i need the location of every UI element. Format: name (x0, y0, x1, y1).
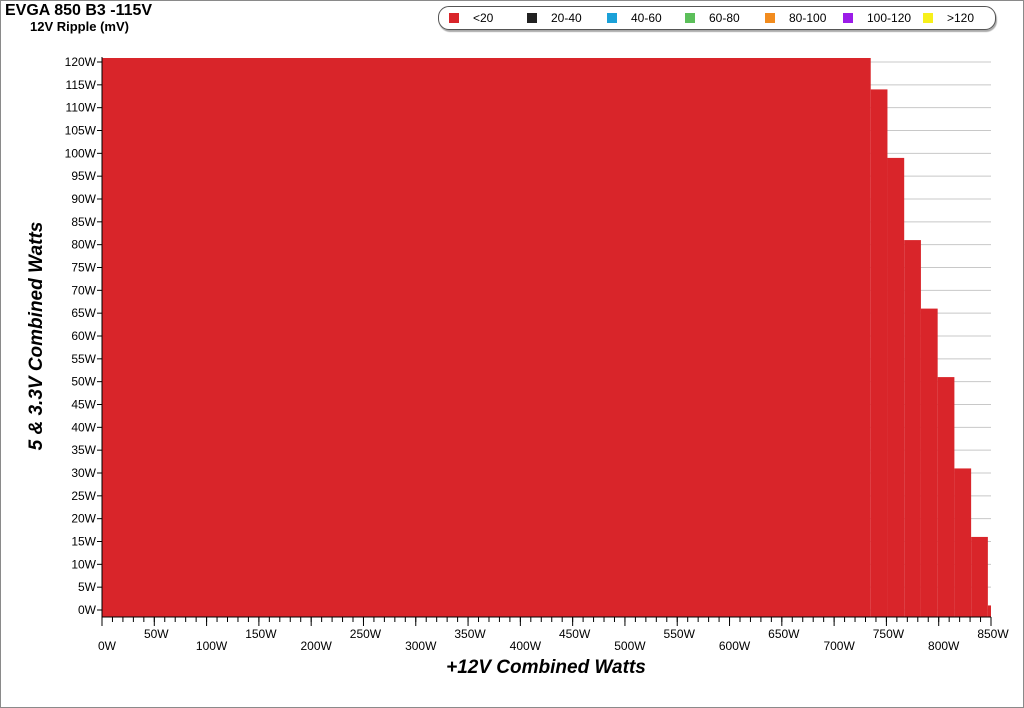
y-axis-title: 5 & 3.3V Combined Watts (26, 222, 47, 451)
x-tick-label: 150W (245, 627, 277, 641)
y-tick-label: 95W (71, 169, 96, 183)
x-tick-label: 750W (873, 627, 905, 641)
y-tick-label: 35W (71, 443, 96, 457)
y-tick-label: 25W (71, 489, 96, 503)
x-tick-label: 700W (823, 639, 855, 653)
y-tick-label: 50W (71, 375, 96, 389)
y-tick-label: 15W (71, 535, 96, 549)
x-tick-label: 850W (977, 627, 1009, 641)
x-axis-title: +12V Combined Watts (446, 657, 646, 678)
y-tick-label: 40W (71, 420, 96, 434)
x-tick-label: 500W (614, 639, 646, 653)
x-tick-label: 0W (98, 639, 117, 653)
area-step (887, 157, 905, 617)
area-layer (102, 58, 991, 617)
x-tick-label: 600W (719, 639, 751, 653)
y-tick-label: 100W (65, 146, 97, 160)
area-step (987, 605, 991, 617)
x-tick-label: 100W (196, 639, 228, 653)
y-tick-label: 65W (71, 306, 96, 320)
area-step (954, 468, 972, 617)
y-tick-label: 80W (71, 238, 96, 252)
area-step (904, 240, 921, 617)
y-tick-label: 45W (71, 398, 96, 412)
y-tick-label: 30W (71, 466, 96, 480)
x-tick-label: 550W (664, 627, 696, 641)
x-tick-label: 350W (454, 627, 486, 641)
x-tick-label: 650W (768, 627, 800, 641)
area-step (102, 58, 871, 617)
ripple-chart: 0W 5W 10W 15W 20W 25W 30W 35W 40W 45W 50W 55W 60W 65W… (26, 55, 1009, 678)
area-step (971, 536, 988, 617)
x-tick-label: 50W (144, 627, 169, 641)
area-step (920, 308, 938, 617)
y-tick-label: 20W (71, 512, 96, 526)
area-step (870, 89, 888, 617)
x-tick-label: 450W (559, 627, 591, 641)
y-tick-label: 75W (71, 261, 96, 275)
y-tick-label: 85W (71, 215, 96, 229)
y-tick-label: 60W (71, 329, 96, 343)
x-tick-label: 250W (350, 627, 382, 641)
area-step (937, 377, 955, 617)
y-tick-label: 120W (65, 55, 97, 69)
x-tick-label: 300W (405, 639, 437, 653)
x-tick-label: 800W (928, 639, 960, 653)
y-tick-label: 5W (78, 580, 97, 594)
y-tick-label: 115W (66, 78, 97, 92)
x-tick-label: 400W (510, 639, 542, 653)
y-tick-label: 110W (66, 101, 97, 115)
y-tick-label: 55W (71, 352, 96, 366)
y-tick-label: 70W (71, 283, 96, 297)
x-tick-label: 200W (300, 639, 332, 653)
y-tick-label: 105W (65, 124, 97, 138)
y-tick-label: 0W (78, 603, 97, 617)
y-tick-label: 10W (71, 557, 96, 571)
y-tick-label: 90W (71, 192, 96, 206)
